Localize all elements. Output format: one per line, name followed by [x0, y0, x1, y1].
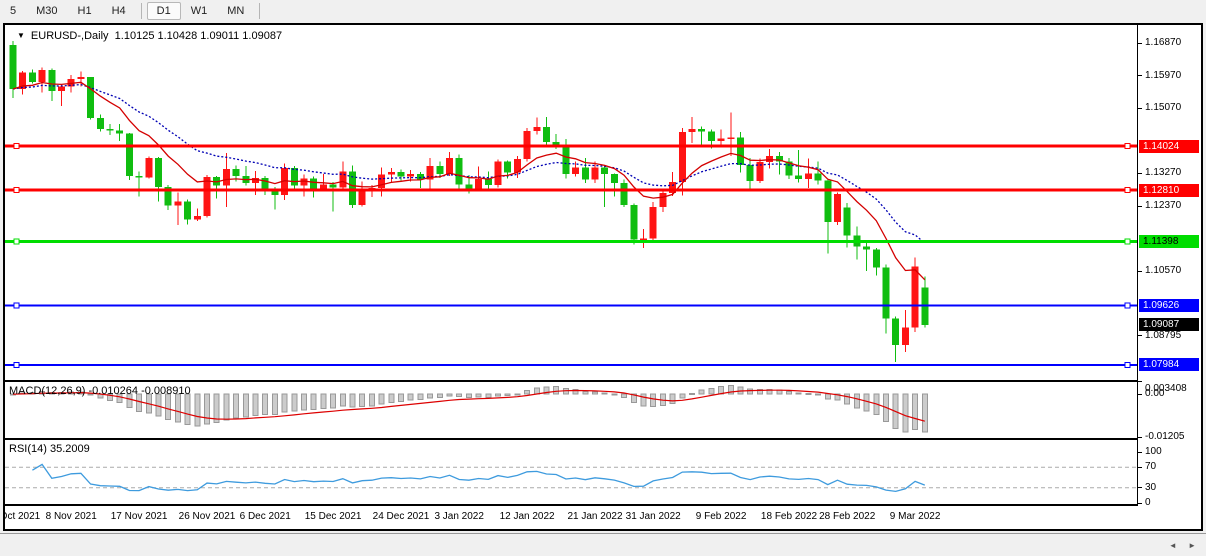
timeframe-button-h4[interactable]: H4 [102, 2, 136, 20]
date-axis-label: 28 Feb 2022 [819, 511, 875, 522]
chart-window: ▼ EURUSD-,Daily 1.10125 1.10428 1.09011 1… [3, 23, 1203, 531]
price-tick-mark [1138, 271, 1142, 272]
date-axis-label: 9 Mar 2022 [890, 511, 941, 522]
horizontal-level-lines[interactable] [5, 144, 1137, 368]
rsi-indicator-label: RSI(14) 35.2009 [9, 443, 90, 455]
timeframe-toolbar: 5M30H1H4 D1W1MN [0, 0, 1206, 22]
date-axis-label: 31 Jan 2022 [626, 511, 681, 522]
chart-symbol-label: EURUSD-,Daily [31, 30, 109, 42]
price-tick-label: 1.13270 [1145, 167, 1181, 178]
tab-scroll-controls: ◄ ► [1160, 541, 1196, 550]
price-axis[interactable]: 1.16870 1.15970 1.15070 1.13270 1.12370 1.105… [1137, 25, 1201, 506]
rsi-tick-mark [1138, 503, 1142, 504]
candles [10, 41, 929, 362]
timeframe-button-mn[interactable]: MN [217, 2, 254, 20]
price-tick-label: 1.15970 [1145, 70, 1181, 81]
rsi-tick-label: 70 [1145, 461, 1156, 472]
macd-tick-mark [1138, 381, 1142, 382]
macd-indicator-label: MACD(12,26,9) -0.010264 -0.008910 [9, 385, 191, 397]
timeframe-button-d1[interactable]: D1 [147, 2, 181, 20]
price-tick-mark [1138, 173, 1142, 174]
level-price-label[interactable]: 1.09626 [1139, 299, 1199, 312]
tab-scroll-right-icon[interactable]: ► [1188, 541, 1196, 550]
rsi-tick-mark [1138, 452, 1142, 453]
macd-tick-mark [1138, 437, 1142, 438]
toolbar-separator [141, 3, 142, 19]
timeframe-button-h1[interactable]: H1 [68, 2, 102, 20]
date-axis-label: 8 Nov 2021 [46, 511, 97, 522]
chart-window-inner: ▼ EURUSD-,Daily 1.10125 1.10428 1.09011 1… [5, 25, 1201, 529]
price-tick-label: 1.15070 [1145, 102, 1181, 113]
mt4-application: { "toolbar": { "buttons": [ {"label": "5… [0, 0, 1206, 555]
rsi-canvas[interactable] [5, 440, 1137, 504]
date-axis-label: 18 Feb 2022 [761, 511, 817, 522]
price-chart-panel[interactable]: ▼ EURUSD-,Daily 1.10125 1.10428 1.09011 1… [5, 25, 1137, 380]
date-axis-label: 26 Nov 2021 [179, 511, 236, 522]
toolbar-separator [259, 3, 260, 19]
timeframe-button-5[interactable]: 5 [0, 2, 26, 20]
date-axis-label: 15 Dec 2021 [305, 511, 362, 522]
date-axis-label: 29 Oct 2021 [5, 511, 40, 522]
price-tick-mark [1138, 43, 1142, 44]
date-axis-label: 21 Jan 2022 [567, 511, 622, 522]
level-price-label[interactable]: 1.07984 [1139, 358, 1199, 371]
symbol-tab-bar: ◄ ► [0, 533, 1206, 556]
price-tick-label: 1.16870 [1145, 37, 1181, 48]
date-axis-label: 17 Nov 2021 [111, 511, 168, 522]
price-tick-label: 1.12370 [1145, 200, 1181, 211]
price-tick-mark [1138, 108, 1142, 109]
current-price-label: 1.09087 [1139, 318, 1199, 331]
price-tick-mark [1138, 335, 1142, 336]
date-axis[interactable]: 29 Oct 2021 8 Nov 2021 17 Nov 2021 26 Nov 2… [5, 506, 1137, 529]
level-price-label[interactable]: 1.12810 [1139, 184, 1199, 197]
macd-tick-mark [1138, 394, 1142, 395]
price-tick-mark [1138, 75, 1142, 76]
macd-tick-label: 0.00 [1145, 388, 1164, 399]
rsi-tick-label: 30 [1145, 482, 1156, 493]
rsi-tick-mark [1138, 467, 1142, 468]
chart-ohlc-values: 1.10125 1.10428 1.09011 1.09087 [115, 30, 282, 42]
date-axis-label: 12 Jan 2022 [500, 511, 555, 522]
dropdown-triangle-icon[interactable]: ▼ [17, 31, 25, 40]
rsi-tick-label: 0 [1145, 497, 1151, 508]
timeframe-button-m30[interactable]: M30 [26, 2, 67, 20]
date-axis-label: 6 Dec 2021 [240, 511, 291, 522]
level-price-label[interactable]: 1.11398 [1139, 235, 1199, 248]
date-axis-label: 24 Dec 2021 [373, 511, 430, 522]
price-tick-label: 1.10570 [1145, 265, 1181, 276]
macd-tick-label: -0.01205 [1145, 431, 1184, 442]
price-chart-canvas[interactable] [5, 25, 1137, 380]
date-axis-label: 9 Feb 2022 [696, 511, 747, 522]
macd-panel[interactable]: MACD(12,26,9) -0.010264 -0.008910 [5, 382, 1137, 438]
date-axis-label: 3 Jan 2022 [434, 511, 484, 522]
rsi-tick-mark [1138, 487, 1142, 488]
chart-title: ▼ EURUSD-,Daily 1.10125 1.10428 1.09011 1… [17, 30, 282, 42]
timeframe-button-w1[interactable]: W1 [181, 2, 218, 20]
price-tick-mark [1138, 206, 1142, 207]
rsi-tick-label: 100 [1145, 446, 1162, 457]
tab-scroll-left-icon[interactable]: ◄ [1169, 541, 1177, 550]
rsi-panel[interactable]: RSI(14) 35.2009 [5, 440, 1137, 504]
level-price-label[interactable]: 1.14024 [1139, 140, 1199, 153]
